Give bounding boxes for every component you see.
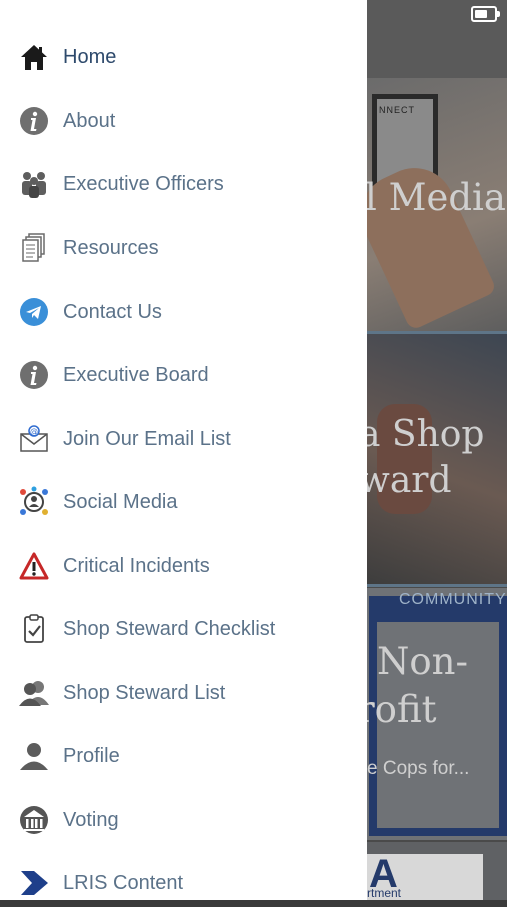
clipboard-check-icon [18,613,50,645]
menu-item-label: Critical Incidents [63,554,210,577]
tablet-text: NNECT [379,105,415,115]
people-group-icon [18,168,50,200]
menu-item-label: Contact Us [63,300,162,323]
menu-item-label: Shop Steward Checklist [63,617,276,640]
card3-title-line1: Non- [377,640,468,683]
menu-item-join-email-list[interactable]: @ Join Our Email List [0,415,367,463]
card1-title: l Media [367,176,506,219]
menu-item-about[interactable]: About [0,97,367,145]
card2-title-line1: a Shop [367,414,485,455]
card3-subtitle: e Cops for... [367,758,470,779]
menu-item-label: About [63,109,116,132]
menu-item-label: Executive Board [63,363,209,386]
info-icon [18,359,50,391]
menu-item-profile[interactable]: Profile [0,732,367,780]
social-network-icon [18,486,50,518]
vote-building-icon [18,804,50,836]
menu-item-social-media[interactable]: Social Media [0,478,367,526]
telegram-icon [18,296,50,328]
background-card-social-media: NNECT l Media [367,78,507,331]
menu-item-resources[interactable]: Resources [0,224,367,272]
background-card-department: A rtment [367,842,507,900]
navigation-drawer: Home About Executive Officers Resources … [0,0,367,900]
menu-item-label: Home [63,45,117,68]
menu-item-label: Join Our Email List [63,427,231,450]
background-card-shop-steward: a Shop ward [367,334,507,584]
menu-item-shop-steward-list[interactable]: Shop Steward List [0,669,367,717]
menu-item-executive-board[interactable]: Executive Board [0,351,367,399]
info-icon [18,105,50,137]
badge-subtext: rtment [367,886,402,900]
email-at-icon: @ [18,423,50,455]
card2-title-line2: ward [367,460,452,501]
warning-triangle-icon [18,550,50,582]
menu-item-label: Shop Steward List [63,681,226,704]
chevron-logo-icon [18,867,50,899]
menu-item-label: Resources [63,236,159,259]
menu-item-voting[interactable]: Voting [0,796,367,844]
background-card-nonprofit: COMMUNITY Non- rofit e Cops for... [367,588,507,840]
menu-item-label: Voting [63,808,119,831]
people-pair-icon [18,677,50,709]
person-icon [18,740,50,772]
menu-item-contact-us[interactable]: Contact Us [0,288,367,336]
menu-item-home[interactable]: Home [0,33,367,81]
documents-icon [18,232,50,264]
menu-item-label: Executive Officers [63,172,224,195]
menu-item-label: LRIS Content [63,871,184,894]
card3-title-line2: rofit [367,688,437,731]
svg-text:@: @ [30,427,38,436]
menu-item-executive-officers[interactable]: Executive Officers [0,160,367,208]
menu-item-shop-steward-checklist[interactable]: Shop Steward Checklist [0,605,367,653]
menu-item-label: Social Media [63,490,178,513]
department-badge: A rtment [367,852,483,900]
menu-item-critical-incidents[interactable]: Critical Incidents [0,542,367,590]
divider [367,584,507,587]
menu-item-label: Profile [63,744,120,767]
card3-banner: COMMUNITY [399,591,507,608]
home-icon [18,41,50,73]
